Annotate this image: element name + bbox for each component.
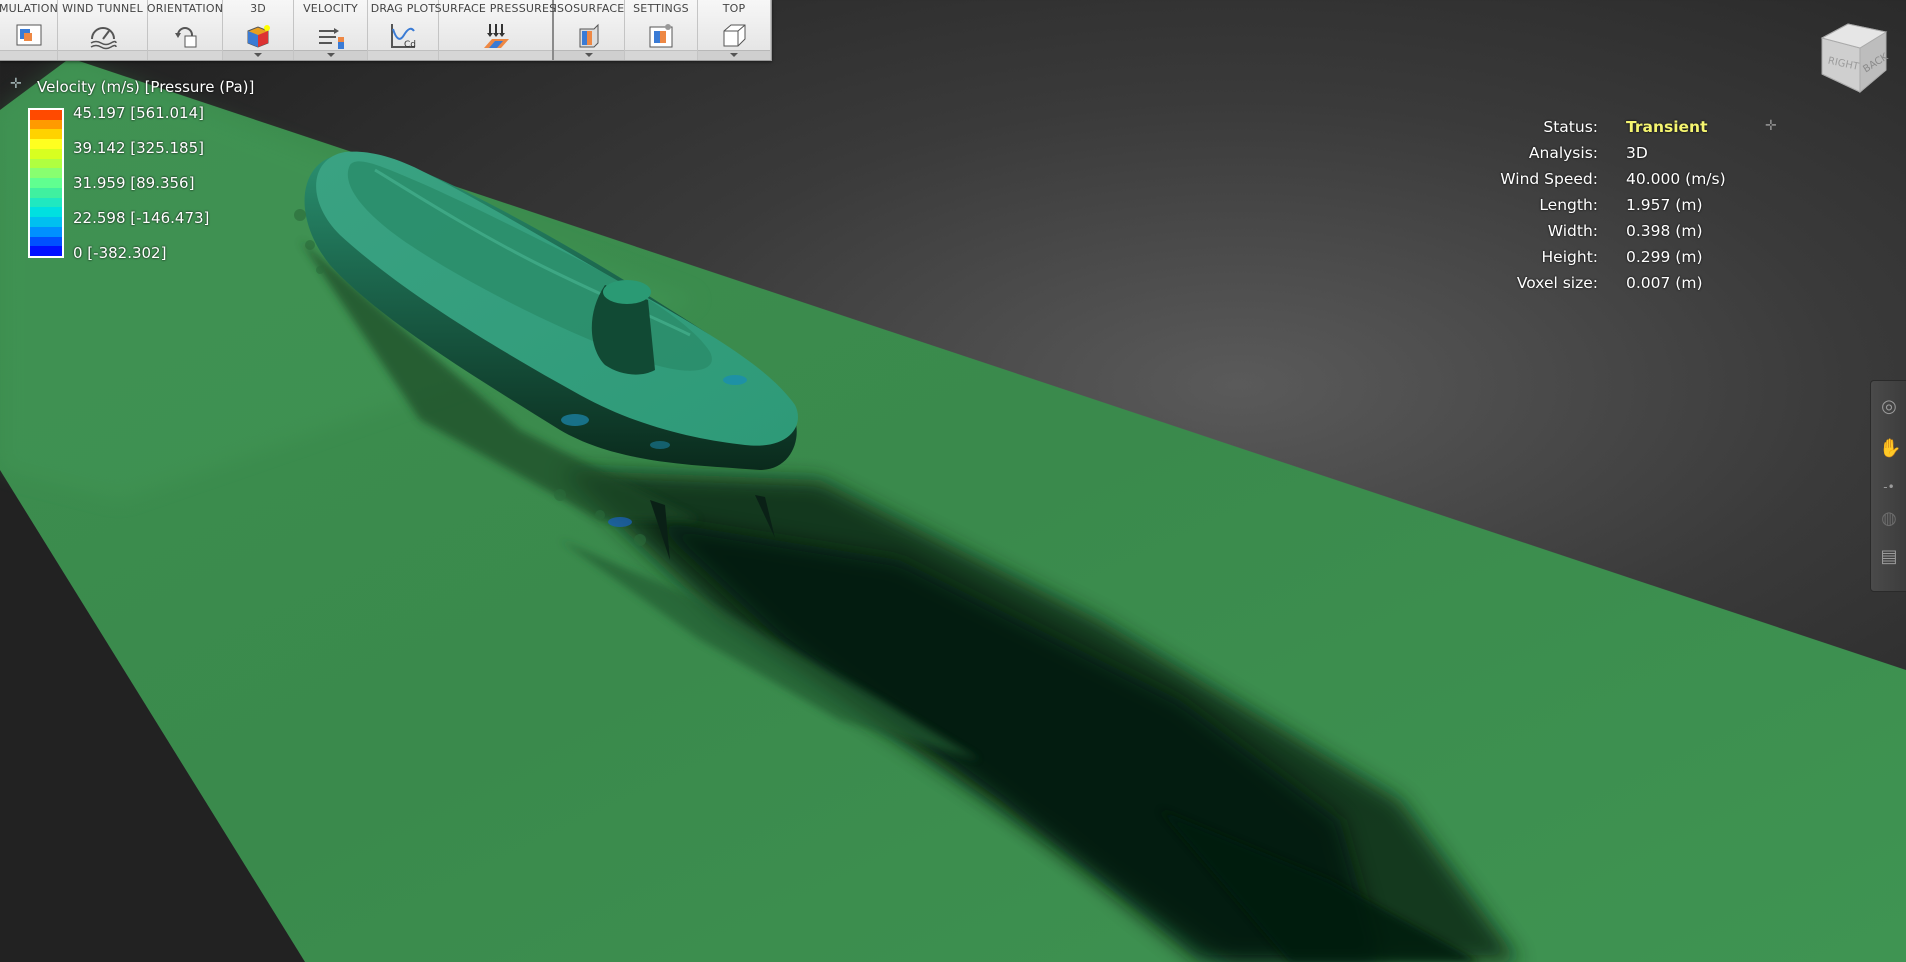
velocity-icon xyxy=(318,28,344,49)
toolbar-label: TOP xyxy=(722,2,746,15)
look-icon[interactable]: ◍ xyxy=(1879,509,1899,529)
isosurface-icon xyxy=(579,23,599,48)
legend-color-band xyxy=(30,197,62,208)
move-handle-icon[interactable]: ✛ xyxy=(1765,118,1777,134)
toolbar-simulation[interactable]: MULATION xyxy=(0,0,58,60)
length-value: 1.957 (m) xyxy=(1626,196,1703,214)
legend-value: 31.959 [89.356] xyxy=(73,174,195,192)
zoom-slider-icon[interactable]: -• xyxy=(1879,477,1899,497)
legend-value: 0 [-382.302] xyxy=(73,244,167,262)
legend-color-band xyxy=(30,158,62,169)
legend-color-band xyxy=(30,139,62,149)
legend-color-band xyxy=(30,187,62,198)
height-value: 0.299 (m) xyxy=(1626,248,1703,266)
toolbar-drag-plot[interactable]: DRAG PLOT Cd xyxy=(368,0,439,60)
legend-color-band xyxy=(30,226,62,237)
navigation-bar: ◎ ✋ -• ◍ ▤ xyxy=(1870,380,1906,592)
legend-value: 39.142 [325.185] xyxy=(73,139,204,157)
toolbar-surface-pressures[interactable]: SURFACE PRESSURES xyxy=(435,0,556,60)
drag-plot-icon: Cd xyxy=(391,24,416,50)
toolbar-label: WIND TUNNEL xyxy=(62,2,143,15)
legend-color-band xyxy=(30,236,62,247)
toolbar-label: SURFACE PRESSURES xyxy=(434,2,557,15)
analysis-key: Analysis: xyxy=(1528,144,1598,162)
legend-color-band xyxy=(30,148,62,159)
toolbar-label: ISOSURFACE xyxy=(553,2,625,15)
legend-color-band xyxy=(30,129,62,140)
pan-icon[interactable]: ✋ xyxy=(1879,439,1901,459)
legend-title: Velocity (m/s) [Pressure (Pa)] xyxy=(37,78,255,96)
legend-color-band xyxy=(30,207,62,218)
toolbar-label: VELOCITY xyxy=(303,2,358,15)
width-value: 0.398 (m) xyxy=(1626,222,1703,240)
camera-icon[interactable]: ▤ xyxy=(1879,547,1899,567)
voxel-size-key: Voxel size: xyxy=(1516,274,1598,292)
toolbar-label: MULATION xyxy=(0,2,59,15)
toolbar-wind-tunnel[interactable]: WIND TUNNEL xyxy=(58,0,148,60)
status-value: Transient xyxy=(1626,118,1708,136)
length-key: Length: xyxy=(1539,196,1598,214)
legend-color-band xyxy=(30,168,62,179)
height-key: Height: xyxy=(1541,248,1598,266)
voxel-size-value: 0.007 (m) xyxy=(1626,274,1703,292)
view-dropdown-arrow[interactable] xyxy=(698,50,770,60)
surface-pressures-icon xyxy=(483,24,509,48)
velocity-dropdown-arrow[interactable] xyxy=(294,50,367,60)
legend-value: 22.598 [-146.473] xyxy=(73,209,210,227)
wind-speed-key: Wind Speed: xyxy=(1500,170,1598,188)
toolbar-3d[interactable]: 3D xyxy=(223,0,294,60)
simulation-viewport[interactable] xyxy=(0,0,1906,962)
move-handle-icon[interactable]: ✛ xyxy=(10,76,22,92)
legend-value: 45.197 [561.014] xyxy=(73,104,204,122)
wind-speed-value: 40.000 (m/s) xyxy=(1626,170,1726,188)
toolbar-orientation[interactable]: ORIENTATION xyxy=(146,0,224,60)
ribbon-toolbar: MULATION WIND TUNNEL ORIENTATION 3D VELO… xyxy=(0,0,772,61)
toolbar-label: SETTINGS xyxy=(633,2,689,15)
toolbar-label: ORIENTATION xyxy=(146,2,224,15)
legend-color-band xyxy=(30,178,62,188)
toolbar-label: 3D xyxy=(250,2,266,15)
view-cube-top-icon xyxy=(723,24,746,47)
toolbar-settings[interactable]: SETTINGS xyxy=(625,0,698,60)
legend-color-band xyxy=(30,217,62,227)
status-key: Status: xyxy=(1543,118,1598,136)
settings-icon xyxy=(649,24,673,48)
isosurface-dropdown-arrow[interactable] xyxy=(554,50,624,60)
wind-tunnel-icon xyxy=(90,27,117,50)
legend-color-band xyxy=(30,119,62,130)
analysis-value: 3D xyxy=(1626,144,1648,162)
toolbar-velocity[interactable]: VELOCITY xyxy=(294,0,368,60)
legend-color-scale xyxy=(28,108,64,258)
toolbar-isosurface[interactable]: ISOSURFACE xyxy=(554,0,625,60)
width-key: Width: xyxy=(1547,222,1598,240)
view-cube[interactable]: RIGHT BACK xyxy=(1818,18,1890,96)
orbit-icon[interactable]: ◎ xyxy=(1879,397,1899,417)
3d-dropdown-arrow[interactable] xyxy=(223,50,293,60)
svg-text:Cd: Cd xyxy=(404,40,416,50)
toolbar-top-view[interactable]: TOP xyxy=(698,0,771,60)
orientation-icon xyxy=(175,27,197,48)
toolbar-label: DRAG PLOT xyxy=(370,2,436,15)
legend-color-band xyxy=(30,110,62,120)
simulation-icon xyxy=(16,24,41,46)
3d-results-icon xyxy=(247,25,270,48)
legend-color-band xyxy=(30,246,62,257)
